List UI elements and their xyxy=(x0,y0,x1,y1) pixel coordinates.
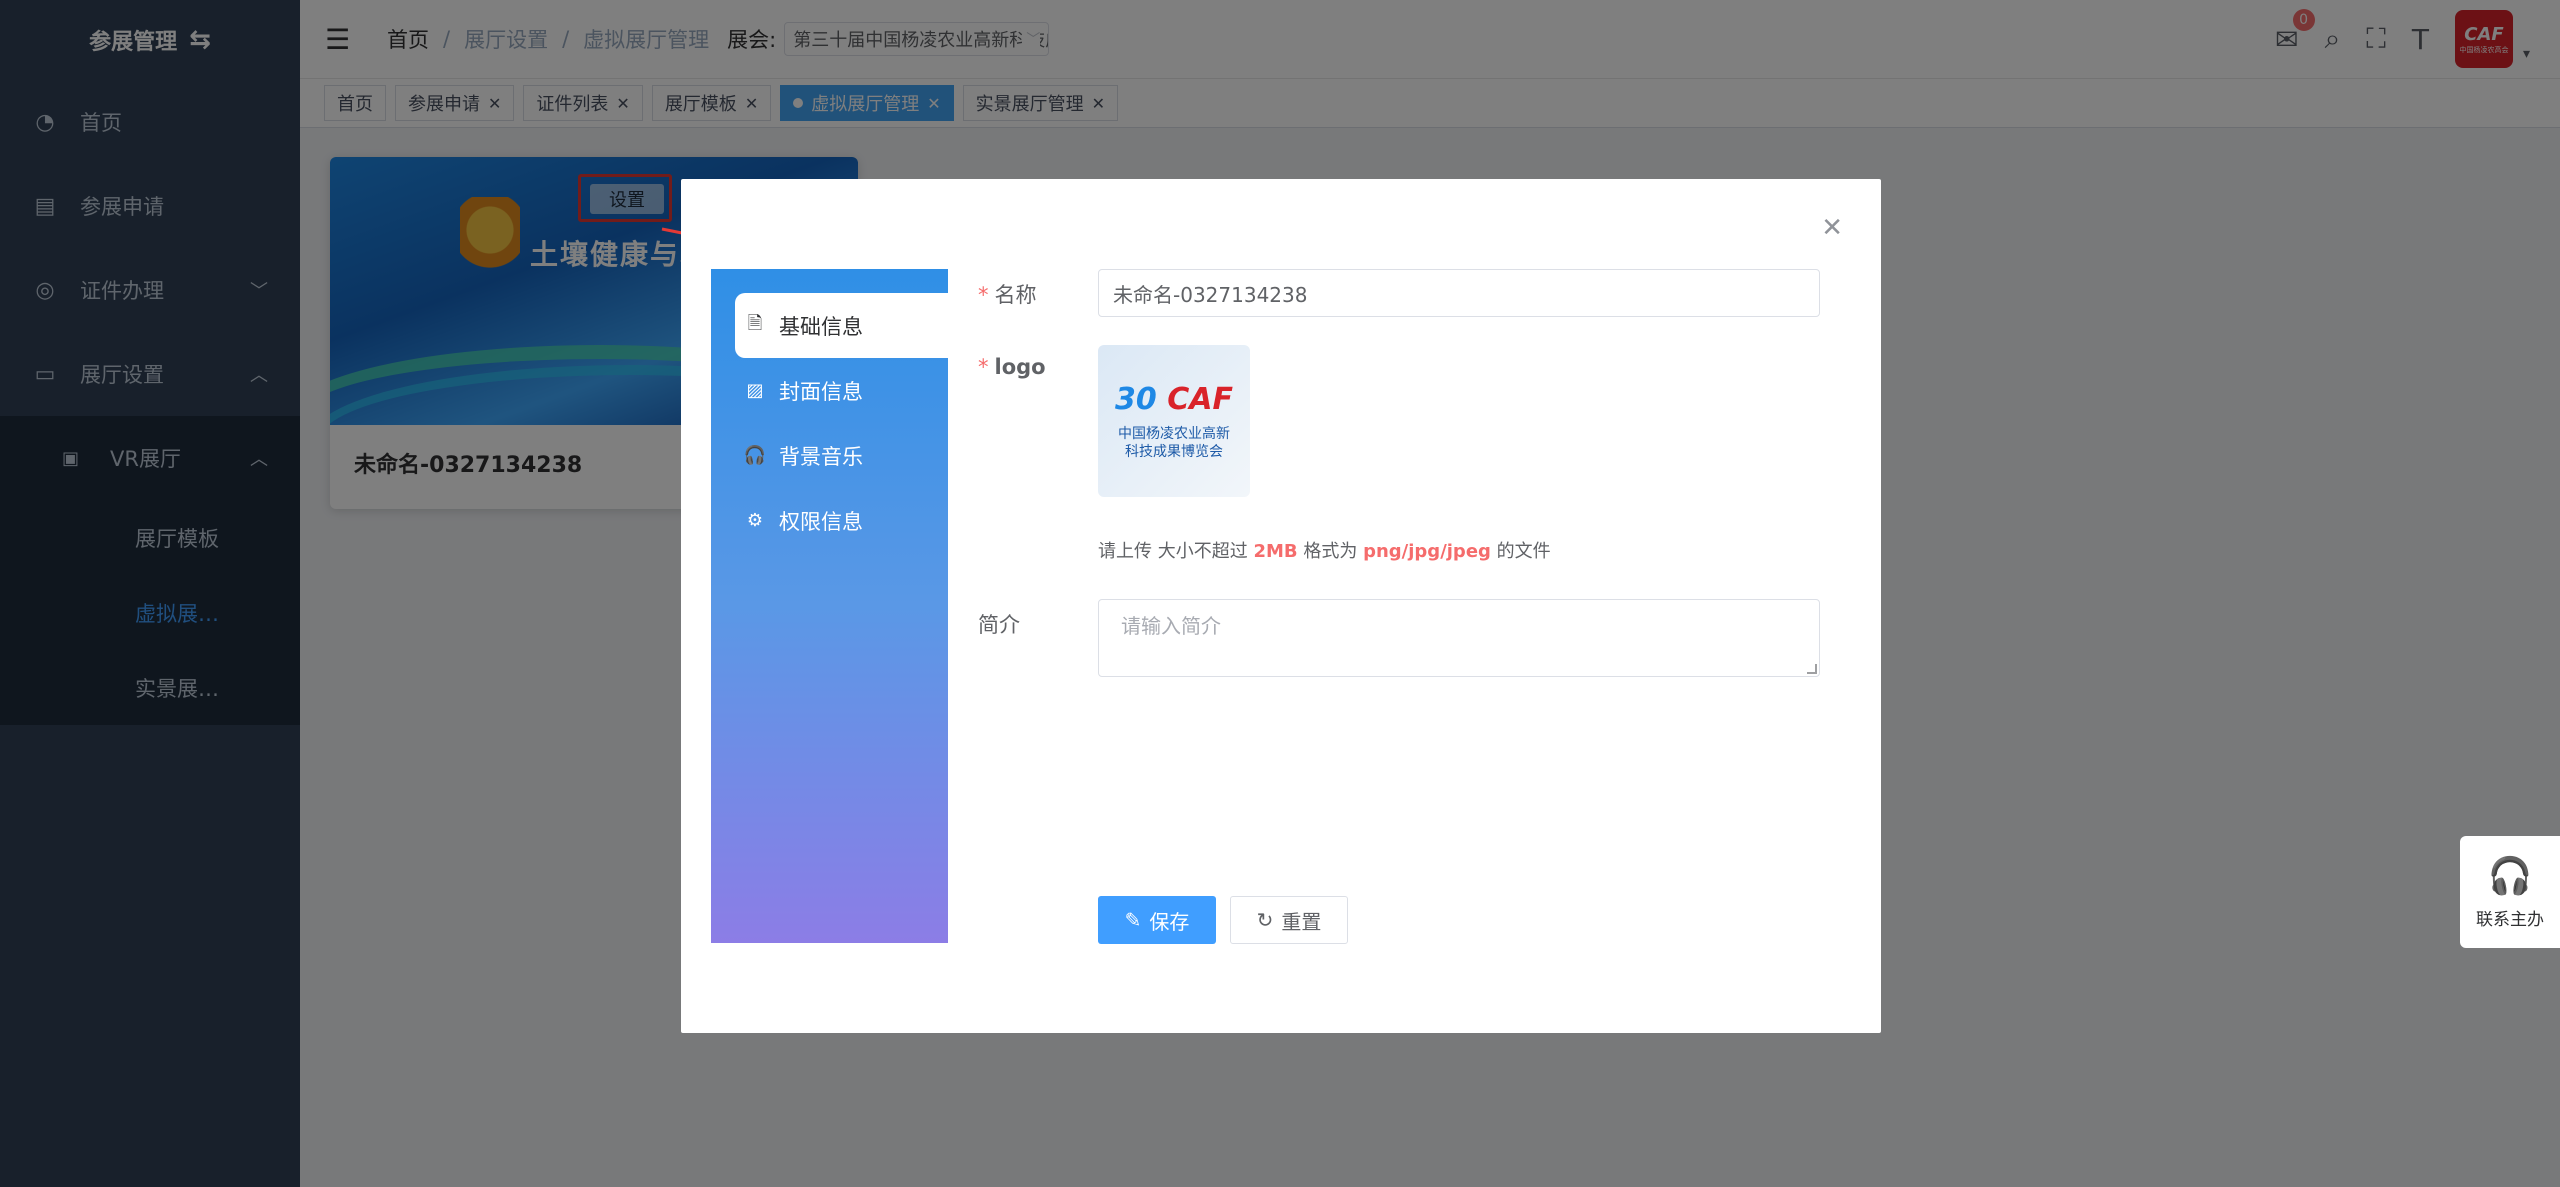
intro-label: 简介 xyxy=(978,613,1020,637)
logo-upload[interactable]: 30 CAF 中国杨凌农业高新 科技成果博览会 xyxy=(1098,345,1250,497)
save-button[interactable]: ✎ 保存 xyxy=(1098,896,1216,944)
hint-text: 格式为 xyxy=(1303,541,1358,562)
reset-button[interactable]: ↻ 重置 xyxy=(1230,896,1348,944)
form-label: * 名称 xyxy=(978,269,1098,317)
dialog-tab-label: 权限信息 xyxy=(779,509,863,534)
dialog-tab-permission-info[interactable]: ⚙ 权限信息 xyxy=(711,488,948,553)
settings-icon: ⚙ xyxy=(746,510,764,531)
form-label: * logo xyxy=(978,345,1098,497)
form-row-name: * 名称 未命名-0327134238 xyxy=(978,269,1858,317)
upload-hint: 请上传 大小不超过 2MB 格式为 png/jpg/jpeg 的文件 xyxy=(1098,537,1858,563)
intro-textarea[interactable]: 请输入简介 xyxy=(1098,599,1820,677)
dialog-tab-background-music[interactable]: 🎧 背景音乐 xyxy=(711,423,948,488)
logo-image: 30 CAF xyxy=(1115,381,1233,417)
required-mark: * xyxy=(978,355,989,379)
image-icon: ▨ xyxy=(746,380,764,401)
save-label: 保存 xyxy=(1149,909,1190,934)
refresh-icon: ↻ xyxy=(1256,908,1274,932)
basic-info-form: * 名称 未命名-0327134238 * logo 30 CAF 中国杨凌农业高新… xyxy=(978,269,1858,677)
logo-text: CAF xyxy=(1167,381,1233,417)
close-icon[interactable]: ✕ xyxy=(1821,213,1843,243)
reset-label: 重置 xyxy=(1281,909,1322,934)
headset-icon: 🎧 xyxy=(2487,855,2533,897)
hint-text: 请上传 大小不超过 xyxy=(1098,541,1248,562)
name-input[interactable]: 未命名-0327134238 xyxy=(1098,269,1820,317)
logo-caption-line: 科技成果博览会 xyxy=(1125,443,1223,460)
dialog-tab-label: 基础信息 xyxy=(779,314,863,339)
form-row-logo: * logo 30 CAF 中国杨凌农业高新 科技成果博览会 xyxy=(978,345,1858,497)
logo-caption: 中国杨凌农业高新 科技成果博览会 xyxy=(1118,425,1230,461)
required-mark: * xyxy=(978,283,989,307)
logo-caption-line: 中国杨凌农业高新 xyxy=(1118,425,1230,442)
form-label: 简介 xyxy=(978,599,1098,677)
form-row-intro: 简介 请输入简介 xyxy=(978,599,1858,677)
name-label: 名称 xyxy=(994,283,1037,307)
dialog-tab-label: 背景音乐 xyxy=(779,444,863,469)
hint-size: 2MB xyxy=(1253,541,1298,562)
dialog-nav: 🗎 基础信息 ▨ 封面信息 🎧 背景音乐 ⚙ 权限信息 xyxy=(711,269,948,943)
headphones-icon: 🎧 xyxy=(743,445,767,466)
hint-text: 的文件 xyxy=(1496,541,1551,562)
settings-dialog: ✕ 🗎 基础信息 ▨ 封面信息 🎧 背景音乐 ⚙ 权限信息 * 名称 未命名-03… xyxy=(681,179,1881,1033)
dialog-tab-basic-info[interactable]: 🗎 基础信息 xyxy=(735,293,948,358)
dialog-tab-cover-info[interactable]: ▨ 封面信息 xyxy=(711,358,948,423)
logo-label: logo xyxy=(994,355,1046,379)
form-actions: ✎ 保存 ↻ 重置 xyxy=(1098,896,1348,944)
intro-placeholder: 请输入简介 xyxy=(1121,614,1221,638)
contact-label: 联系主办 xyxy=(2476,909,2544,930)
contact-organizer-button[interactable]: 🎧 联系主办 xyxy=(2460,836,2560,948)
edit-icon: ✎ xyxy=(1124,908,1142,932)
dialog-tab-label: 封面信息 xyxy=(779,379,863,404)
document-icon: 🗎 xyxy=(747,312,763,334)
hint-format: png/jpg/jpeg xyxy=(1363,541,1491,562)
resize-handle-icon[interactable] xyxy=(1807,664,1817,674)
